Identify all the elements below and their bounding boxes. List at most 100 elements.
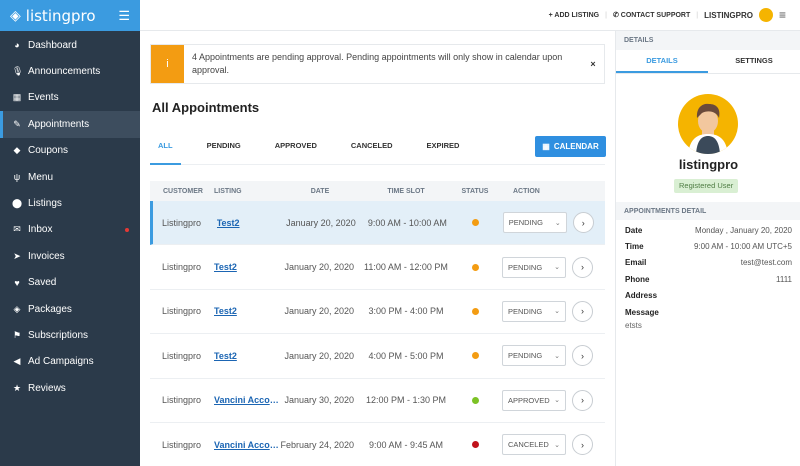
sidebar-item-announcements[interactable]: 🎙 Announcements [0,58,140,84]
chevron-down-icon: ⌄ [554,397,560,405]
status-select[interactable]: PENDING ⌄ [502,345,566,367]
detail-label: Email [625,258,647,268]
logo-mark-icon: ◈ [10,7,21,24]
tab-canceled[interactable]: CANCELED [343,135,401,165]
close-icon[interactable]: × [582,59,604,69]
sidebar-item-listings[interactable]: ⬤ Listings [0,190,140,216]
sidebar-item-label: Inbox [28,224,53,236]
tab-approved[interactable]: APPROVED [267,135,325,165]
table-row[interactable]: Listingpro Test2 January 20, 2020 9:00 AM -… [150,201,605,246]
customer-cell: Listingpro [162,350,202,361]
listing-link[interactable]: Test2 [214,262,280,272]
table-row[interactable]: Listingpro Vancini Accoun... January 30, 2… [150,379,605,423]
column-header-customer: CUSTOMER [163,187,203,195]
appointments-table: CUSTOMER LISTING DATE TIME SLOT STATUS ACTION… [150,181,605,466]
sidebar-item-appointments[interactable]: ✎ Appointments [0,111,140,138]
chevron-right-icon: › [581,439,584,450]
menu-toggle-icon[interactable]: ☰ [118,8,130,24]
sidebar-item-label: Subscriptions [28,329,89,341]
logo[interactable]: ◈ listingpro [10,7,96,25]
cube-icon: ◈ [13,303,21,314]
time-slot-cell: 9:00 AM - 9:45 AM [368,439,444,450]
sidebar-item-ad-campaigns[interactable]: ◀ Ad Campaigns [0,349,140,375]
table-row[interactable]: Listingpro Test2 January 20, 2020 4:00 PM -… [150,334,605,379]
date-cell: February 24, 2020 [280,439,354,450]
sidebar-item-label: Events [28,92,59,104]
status-select[interactable]: CANCELED ⌄ [502,434,566,456]
logo-bar: ◈ listingpro ☰ [0,0,140,31]
chevron-right-icon: › [581,395,584,406]
sidebar-item-saved[interactable]: ♥ Saved [0,270,140,296]
detail-row-message: Message [625,304,792,320]
dashboard-icon: ◕ [14,40,20,51]
listing-link[interactable]: Test2 [214,306,280,316]
tab-details[interactable]: DETAILS [616,50,708,73]
tab-pending[interactable]: PENDING [199,135,249,165]
table-row[interactable]: Listingpro Test2 January 20, 2020 11:00 AM … [150,245,605,290]
pending-alert: i 4 Appointments are pending approval. P… [150,44,605,84]
sidebar-item-reviews[interactable]: ★ Reviews [0,375,140,401]
info-icon: i [151,45,184,83]
add-listing-link[interactable]: + ADD LISTING [549,12,600,19]
status-dot [472,219,480,227]
sidebar-item-events[interactable]: ▦ Events [0,85,140,111]
table-body: Listingpro Test2 January 20, 2020 9:00 AM -… [150,201,605,466]
status-cell [452,263,498,271]
status-select[interactable]: APPROVED ⌄ [502,389,566,411]
person-icon [688,103,728,154]
view-details-button[interactable]: › [572,345,593,367]
status-select-value: PENDING [508,218,543,228]
tab-expired[interactable]: EXPIRED [419,135,468,165]
sidebar-item-packages[interactable]: ◈ Packages [0,296,140,322]
user-avatar[interactable] [758,8,773,22]
sidebar-item-label: Coupons [28,145,69,157]
view-details-button[interactable]: › [572,434,593,456]
heart-icon: ♥ [14,277,20,288]
customer-cell: Listingpro [162,306,202,317]
detail-row-phone: Phone 1111 [625,271,792,287]
sidebar-item-label: Dashboard [28,39,77,51]
sidebar-item-subscriptions[interactable]: ⚑ Subscriptions [0,322,140,348]
view-details-button[interactable]: › [572,212,594,234]
details-panel: DETAILS DETAILS SETTINGS listingpro Regi… [615,31,800,466]
sidebar-item-coupons[interactable]: ◆ Coupons [0,138,140,164]
calendar-button[interactable]: ▦ CALENDAR [535,136,606,157]
sidebar-item-label: Saved [28,277,57,289]
table-row[interactable]: Listingpro Test2 January 20, 2020 3:00 PM -… [150,290,605,335]
status-select[interactable]: PENDING ⌄ [502,300,566,322]
chevron-down-icon: ⌄ [554,264,560,272]
detail-label: Date [625,225,643,235]
sidebar-nav: ◕ Dashboard 🎙 Announcements ▦ Events ✎ Appointm… [0,31,140,401]
sidebar-item-dashboard[interactable]: ◕ Dashboard [0,32,140,58]
edit-icon: ✎ [13,118,21,129]
tab-all[interactable]: ALL [150,135,181,165]
listing-link[interactable]: Vancini Accoun... [214,395,280,405]
action-cell: PENDING ⌄ › [498,345,605,367]
view-details-button[interactable]: › [572,256,593,278]
listing-link[interactable]: Test2 [214,351,280,361]
chevron-down-icon: ⌄ [554,441,560,449]
tag-icon: ◆ [13,145,21,156]
action-cell: APPROVED ⌄ › [498,389,605,411]
customer-avatar [678,94,738,154]
main-content: i 4 Appointments are pending approval. P… [140,31,615,466]
message-text: etsts [625,321,642,331]
status-select[interactable]: PENDING ⌄ [502,256,566,278]
contact-support-link[interactable]: ✆ CONTACT SUPPORT [613,11,690,19]
view-details-button[interactable]: › [572,300,593,322]
sidebar-item-menu[interactable]: ψ Menu [0,164,140,190]
listing-link[interactable]: Test2 [217,218,283,228]
action-cell: PENDING ⌄ › [499,212,605,234]
user-name[interactable]: LISTINGPRO [704,11,753,20]
status-select[interactable]: PENDING ⌄ [502,212,567,234]
table-row[interactable]: Listingpro Vancini Accoun...February 24, … [150,423,605,466]
status-select-value: PENDING [508,306,543,316]
listing-link[interactable]: Vancini Accoun... [214,440,280,450]
hamburger-menu-icon[interactable]: ≡ [779,8,786,22]
time-slot-cell: 4:00 PM - 5:00 PM [368,350,444,361]
view-details-button[interactable]: › [572,389,593,411]
tab-settings[interactable]: SETTINGS [708,50,800,73]
sidebar-item-inbox[interactable]: ✉ Inbox [0,217,140,243]
sidebar-item-invoices[interactable]: ➤ Invoices [0,243,140,269]
column-header-status: STATUS [461,187,489,195]
